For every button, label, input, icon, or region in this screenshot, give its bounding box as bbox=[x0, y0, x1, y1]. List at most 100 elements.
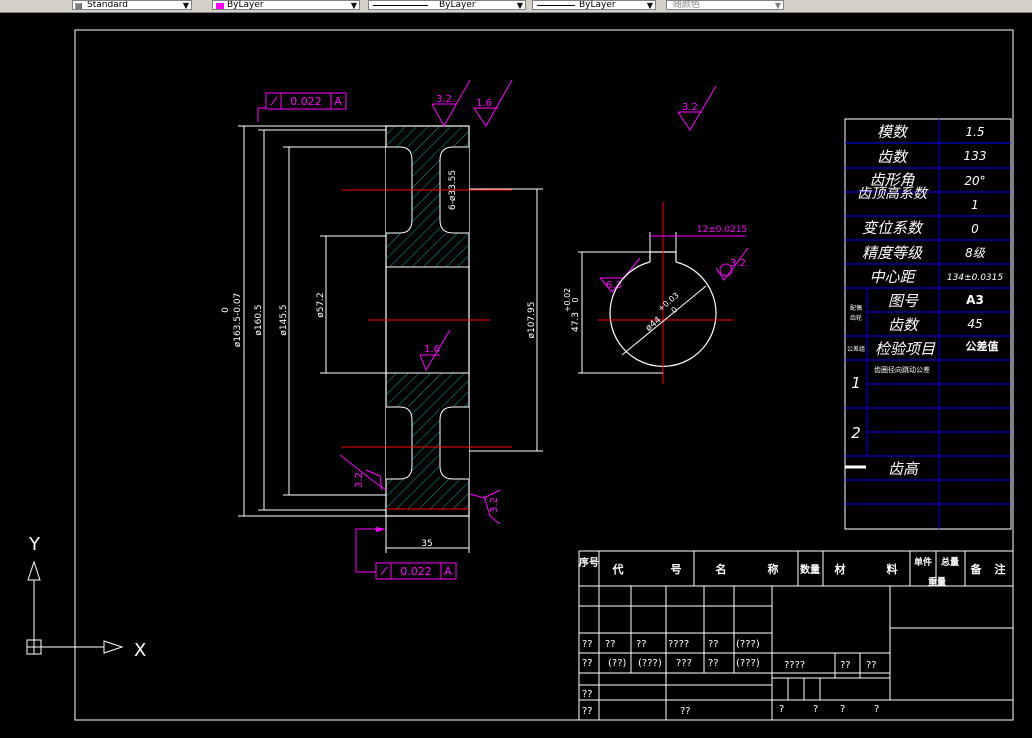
side-label-2: 齿轮 bbox=[850, 314, 862, 322]
svg-text:变位系数: 变位系数 bbox=[862, 219, 924, 237]
svg-text:??: ?? bbox=[582, 658, 593, 669]
key-depth-text: 47.3 bbox=[571, 312, 581, 332]
hatch-bottom-hub bbox=[387, 373, 468, 407]
svg-text:号: 号 bbox=[671, 563, 682, 576]
dim-outer-up: 0 bbox=[221, 307, 231, 313]
svg-text:?: ? bbox=[779, 704, 784, 715]
tolerance-frame-bottom: 0.022 A bbox=[355, 527, 457, 580]
lineweight-value: ByLayer bbox=[579, 0, 616, 10]
svg-text:序号: 序号 bbox=[579, 556, 599, 569]
svg-text:0.022: 0.022 bbox=[400, 565, 432, 578]
svg-text:齿数: 齿数 bbox=[888, 316, 920, 334]
svg-text:??: ?? bbox=[866, 660, 877, 671]
svg-text:(??): (??) bbox=[608, 658, 627, 669]
svg-text:称: 称 bbox=[768, 562, 779, 576]
hatch-bottom-rim bbox=[387, 479, 468, 509]
bore-text: ø44 bbox=[644, 315, 664, 334]
svg-text:公差值: 公差值 bbox=[966, 339, 999, 353]
svg-text:齿顶高系数: 齿顶高系数 bbox=[857, 186, 929, 202]
chevron-down-icon: ▼ bbox=[774, 1, 781, 10]
svg-text:?: ? bbox=[840, 704, 845, 715]
ucs-y-label: Y bbox=[28, 534, 41, 555]
svg-text:??: ?? bbox=[605, 639, 616, 650]
dim-outer: ø163.5-0.07 bbox=[233, 293, 243, 348]
bore-tol-low: 0 bbox=[670, 305, 680, 315]
svg-text:0.022: 0.022 bbox=[290, 95, 322, 108]
svg-text:名: 名 bbox=[716, 562, 727, 576]
ucs-x-label: X bbox=[134, 640, 146, 661]
svg-text:??: ?? bbox=[840, 660, 851, 671]
svg-text:??: ?? bbox=[708, 658, 719, 669]
svg-text:8级: 8级 bbox=[965, 246, 986, 260]
svg-text:??: ?? bbox=[636, 639, 647, 650]
svg-text:图号: 图号 bbox=[888, 292, 919, 310]
svg-text:代: 代 bbox=[612, 562, 624, 576]
rough-key2: 3.2 bbox=[730, 258, 746, 269]
svg-text:????: ???? bbox=[784, 660, 805, 671]
chevron-down-icon: ▼ bbox=[182, 1, 189, 10]
color-value: ByLayer bbox=[227, 0, 264, 10]
svg-text:????: ???? bbox=[668, 639, 689, 650]
text-style-combo[interactable]: ▤ Standard ▼ bbox=[72, 0, 192, 10]
linetype-combo[interactable]: ByLayer ▼ bbox=[368, 0, 526, 10]
rough-mid: 1.6 bbox=[424, 344, 440, 355]
tolerance-frame-top: 0.022 A bbox=[257, 92, 347, 122]
svg-text:?: ? bbox=[813, 704, 818, 715]
text-style-value: Standard bbox=[87, 0, 128, 10]
datum-circle bbox=[719, 263, 733, 277]
svg-text:检验项目: 检验项目 bbox=[875, 340, 936, 358]
key-depth-tol-low: 0 bbox=[571, 297, 580, 302]
item-1-no: 1 bbox=[851, 374, 861, 392]
svg-text:?: ? bbox=[874, 704, 879, 715]
chevron-down-icon: ▼ bbox=[516, 1, 523, 10]
plot-style-combo[interactable]: 随颜色 ▼ bbox=[666, 0, 784, 10]
side-label-3: 公差组 bbox=[847, 345, 865, 353]
svg-text:齿数: 齿数 bbox=[877, 148, 909, 166]
dim-57: ø57.2 bbox=[316, 292, 326, 318]
item-2-no: 2 bbox=[851, 424, 861, 442]
svg-text:134±0.0315: 134±0.0315 bbox=[947, 273, 1003, 283]
text-style-icon: ▤ bbox=[75, 1, 83, 10]
chevron-down-icon: ▼ bbox=[350, 1, 357, 10]
svg-text:A: A bbox=[444, 565, 452, 578]
side-label-1: 配偶 bbox=[850, 304, 862, 312]
svg-text:材: 材 bbox=[835, 562, 846, 576]
svg-text:??: ?? bbox=[708, 639, 719, 650]
rough-left: 3.2 bbox=[354, 472, 365, 488]
param-values: 1.5 133 20° 1 0 8级 134±0.0315 A3 45 公差值 bbox=[947, 125, 1003, 353]
svg-text:0: 0 bbox=[971, 222, 979, 236]
svg-text:备: 备 bbox=[970, 562, 983, 576]
svg-text:???: ??? bbox=[676, 658, 692, 669]
svg-text:数量: 数量 bbox=[800, 563, 820, 576]
svg-text:重量: 重量 bbox=[928, 576, 946, 588]
hatch-top-rim bbox=[387, 127, 468, 147]
svg-text:总量: 总量 bbox=[941, 556, 959, 568]
item-1-text: 齿圈径向跳动公差 bbox=[874, 365, 930, 374]
rough-top1: 3.2 bbox=[436, 94, 452, 105]
lineweight-combo[interactable]: ByLayer ▼ bbox=[532, 0, 656, 10]
svg-text:料: 料 bbox=[887, 562, 898, 576]
hatch-top-hub bbox=[387, 233, 468, 267]
plot-style-value: 随颜色 bbox=[673, 0, 701, 10]
svg-text:??: ?? bbox=[680, 706, 691, 717]
svg-text:中心距: 中心距 bbox=[869, 268, 917, 286]
hatch-bottom-web bbox=[412, 407, 440, 479]
dim-160: ø160.5 bbox=[254, 304, 264, 335]
svg-text:??: ?? bbox=[582, 706, 593, 717]
recess-bottom-left bbox=[386, 406, 413, 480]
linetype-preview bbox=[373, 5, 428, 6]
dim-145: ø145.5 bbox=[279, 304, 289, 335]
svg-text:单件: 单件 bbox=[914, 556, 932, 568]
svg-text:??: ?? bbox=[582, 689, 593, 700]
title-block-header: 序号 代 号 名 称 数量 材 料 单件 总量 备 注 重量 bbox=[579, 556, 1006, 588]
color-swatch bbox=[216, 3, 224, 9]
svg-text:133: 133 bbox=[964, 149, 987, 163]
rough-top2: 1.6 bbox=[476, 98, 492, 109]
svg-text:精度等级: 精度等级 bbox=[862, 244, 923, 262]
color-combo[interactable]: ByLayer ▼ bbox=[212, 0, 360, 10]
recess-bottom-right bbox=[439, 406, 469, 480]
drawing-canvas[interactable]: 0 ø163.5-0.07 ø160.5 ø145.5 ø57.2 ø107.9… bbox=[0, 12, 1032, 738]
gear-section-view bbox=[342, 125, 512, 517]
rough-right: 3.2 bbox=[489, 497, 500, 513]
key-width-text: 12±0.0215 bbox=[697, 225, 747, 235]
